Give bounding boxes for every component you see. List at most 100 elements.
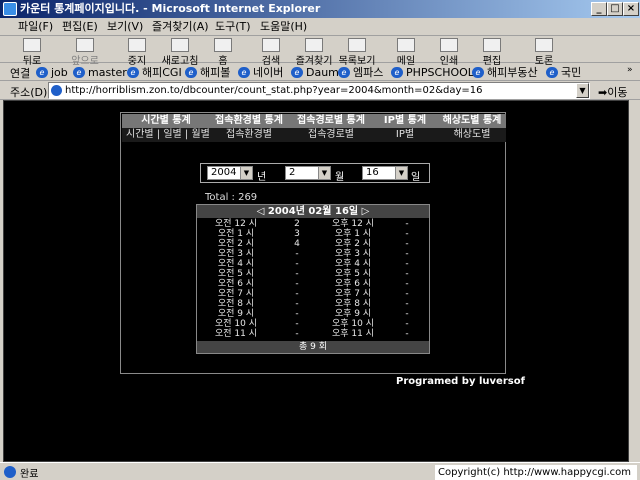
link-naver[interactable]: e 네이버 [238,65,283,80]
table-row: 오전 10 시 - 오후 10 시 - [197,319,429,329]
nav-path-stats[interactable]: 접속경로별 통계 [292,114,370,128]
nav-env-stats[interactable]: 접속환경별 통계 [210,114,288,128]
ie-page-icon: e [391,67,403,78]
hour-count: - [405,249,409,259]
nav-time-stats[interactable]: 시간별 통계 [126,114,206,128]
hour-label: 오전 1 시 [217,229,255,239]
chevron-down-icon: ▼ [395,167,407,179]
chevron-down-icon: ▼ [240,167,252,179]
menu-help[interactable]: 도움말(H) [260,18,307,36]
hour-count: - [405,299,409,309]
maximize-button[interactable]: □ [607,2,623,16]
link-happycgi[interactable]: e 해피CGI [127,65,182,80]
ie-page-icon: e [238,67,250,78]
ie-page-icon [4,466,16,478]
month-select[interactable]: 2 ▼ [285,166,331,180]
nav-sub-ip[interactable]: IP별 [374,128,436,142]
link-job[interactable]: e job [36,65,68,80]
hour-count: - [405,259,409,269]
history-button[interactable]: 목록보기 [337,38,377,67]
hourly-table: ◁ 2004년 02월 16일 ▷ 오전 12 시 2 오후 12 시 - 오전 1 시… [196,204,430,354]
toolbar: 뒤로 앞으로 중지 새로고침 홈 검색 즐겨찾기 목록보기 메일 인쇄 편집 토… [0,36,640,67]
discuss-button[interactable]: 토론 [524,38,564,67]
link-daum[interactable]: e Daum [291,65,339,80]
hour-count: - [295,279,299,289]
hour-count: - [295,259,299,269]
nav-sub-time[interactable]: 시간별 | 일별 | 월별 [126,128,210,142]
menu-bar: 파일(F) 편집(E) 보기(V) 즐겨찾기(A) 도구(T) 도움말(H) [0,18,640,36]
hour-count: - [295,249,299,259]
address-dropdown-icon[interactable]: ▼ [576,83,589,98]
link-empas[interactable]: e 엠파스 [338,65,383,80]
hour-count: 2 [294,219,300,229]
hour-label: 오전 6 시 [217,279,255,289]
table-row: 오전 2 시 4 오후 2 시 - [197,239,429,249]
menu-favorites[interactable]: 즐겨찾기(A) [152,18,209,36]
link-happy-realestate[interactable]: e 해피부동산 [472,65,538,80]
link-master[interactable]: e master [73,65,127,80]
print-icon [440,38,458,52]
ie-page-icon: e [185,67,197,78]
hour-count: - [405,229,409,239]
hour-count: - [405,239,409,249]
vertical-scrollbar[interactable] [629,100,640,462]
link-phpschool[interactable]: e PHPSCHOOL [391,65,474,80]
table-row: 오전 6 시 - 오후 6 시 - [197,279,429,289]
table-row: 오전 1 시 3 오후 1 시 - [197,229,429,239]
mail-button[interactable]: 메일 [386,38,426,67]
hour-label: 오전 5 시 [217,269,255,279]
table-row: 오전 11 시 - 오후 11 시 - [197,329,429,339]
copyright-text: Copyright(c) http://www.happycgi.com [435,465,637,480]
nav-ip-stats[interactable]: IP별 통계 [374,114,436,128]
hour-label: 오후 1 시 [334,229,372,239]
links-bar: 연결 e job e master e 해피CGI e 해피볼 e 네이버 e Daum e… [0,63,640,81]
ie-page-icon: e [73,67,85,78]
day-select[interactable]: 16 ▼ [362,166,408,180]
table-total: 총 9 회 [197,341,429,353]
ie-page-icon: e [291,67,303,78]
year-select[interactable]: 2004 ▼ [207,166,253,180]
chevron-right-icon[interactable]: » [627,65,633,75]
address-input[interactable]: http://horriblism.zon.to/dbcounter/count… [48,82,590,99]
ie-page-icon: e [338,67,350,78]
ie-icon [3,2,17,16]
hour-count: - [405,269,409,279]
menu-tools[interactable]: 도구(T) [215,18,251,36]
close-button[interactable]: × [623,2,639,16]
hour-label: 오전 4 시 [217,259,255,269]
stats-nav-sub: 시간별 | 일별 | 월별 접속환경별 접속경로별 IP별 해상도별 [122,128,506,142]
ie-page-icon: e [36,67,48,78]
link-happyball[interactable]: e 해피볼 [185,65,230,80]
favorites-button[interactable]: 즐겨찾기 [294,38,334,67]
table-row: 오전 9 시 - 오후 9 시 - [197,310,429,319]
nav-sub-resolution[interactable]: 해상도별 [438,128,506,142]
hour-label: 오후 12 시 [331,219,374,229]
nav-resolution-stats[interactable]: 해상도별 통계 [438,114,506,128]
forward-button[interactable]: 앞으로 [65,38,105,67]
hour-label: 오전 2 시 [217,239,255,249]
address-bar: 주소(D) http://horriblism.zon.to/dbcounter… [0,81,640,100]
refresh-button[interactable]: 새로고침 [160,38,200,67]
edit-button[interactable]: 편집 [472,38,512,67]
nav-sub-env[interactable]: 접속환경별 [210,128,288,142]
month-unit: 월 [335,172,345,183]
refresh-icon [171,38,189,52]
home-button[interactable]: 홈 [203,38,243,67]
nav-sub-path[interactable]: 접속경로별 [292,128,370,142]
print-button[interactable]: 인쇄 [429,38,469,67]
table-header[interactable]: ◁ 2004년 02월 16일 ▷ [197,205,429,218]
go-button[interactable]: ➡이동 [598,84,627,100]
stop-button[interactable]: 중지 [117,38,157,67]
search-button[interactable]: 검색 [251,38,291,67]
menu-view[interactable]: 보기(V) [107,18,143,36]
minimize-button[interactable]: _ [591,2,607,16]
menu-edit[interactable]: 편집(E) [62,18,98,36]
home-icon [214,38,232,52]
status-text: 완료 [20,469,39,480]
back-button[interactable]: 뒤로 [12,38,52,67]
link-kookmin[interactable]: e 국민 [546,65,581,80]
hour-count: - [295,319,299,329]
menu-file[interactable]: 파일(F) [18,18,53,36]
hour-label: 오전 11 시 [214,329,257,339]
ie-page-icon: e [127,67,139,78]
